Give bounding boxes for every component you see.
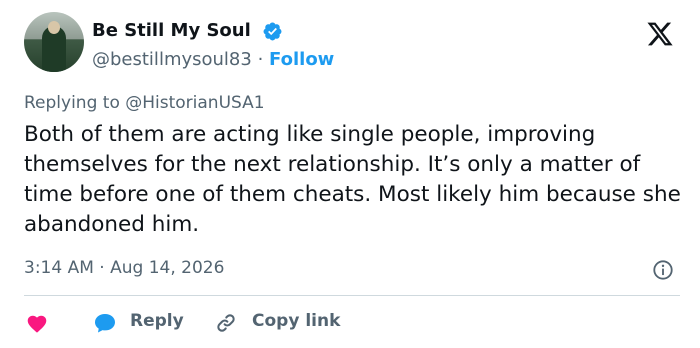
replying-to-mention[interactable]: @HistorianUSA1	[125, 93, 264, 113]
divider	[24, 295, 680, 296]
heart-icon[interactable]	[26, 313, 48, 333]
tweet-text: Both of them are acting like single peop…	[24, 122, 681, 237]
author-name[interactable]: Be Still My Soul	[92, 20, 251, 41]
x-logo-icon[interactable]	[645, 20, 675, 48]
author-handle-row: @bestillmysoul83 · Follow	[92, 49, 334, 70]
reply-bubble-icon[interactable]	[93, 312, 117, 334]
replying-to-prefix: Replying to	[24, 93, 120, 113]
avatar[interactable]	[24, 12, 84, 72]
verified-badge-icon	[263, 22, 282, 41]
handle-separator: ·	[257, 49, 264, 70]
tweet-timestamp[interactable]: 3:14 AM · Aug 14, 2026	[24, 258, 224, 278]
info-icon[interactable]	[652, 259, 674, 281]
author-handle[interactable]: @bestillmysoul83	[92, 49, 252, 70]
reply-button[interactable]: Reply	[130, 311, 184, 331]
tweet-time: 3:14 AM	[24, 258, 94, 278]
copy-link-button[interactable]: Copy link	[252, 311, 340, 331]
link-icon[interactable]	[215, 312, 237, 334]
timestamp-separator: ·	[99, 258, 105, 278]
avatar-head	[48, 21, 60, 34]
follow-button[interactable]: Follow	[269, 49, 334, 70]
tweet-date: Aug 14, 2026	[110, 258, 225, 278]
replying-to: Replying to @HistorianUSA1	[24, 93, 265, 113]
